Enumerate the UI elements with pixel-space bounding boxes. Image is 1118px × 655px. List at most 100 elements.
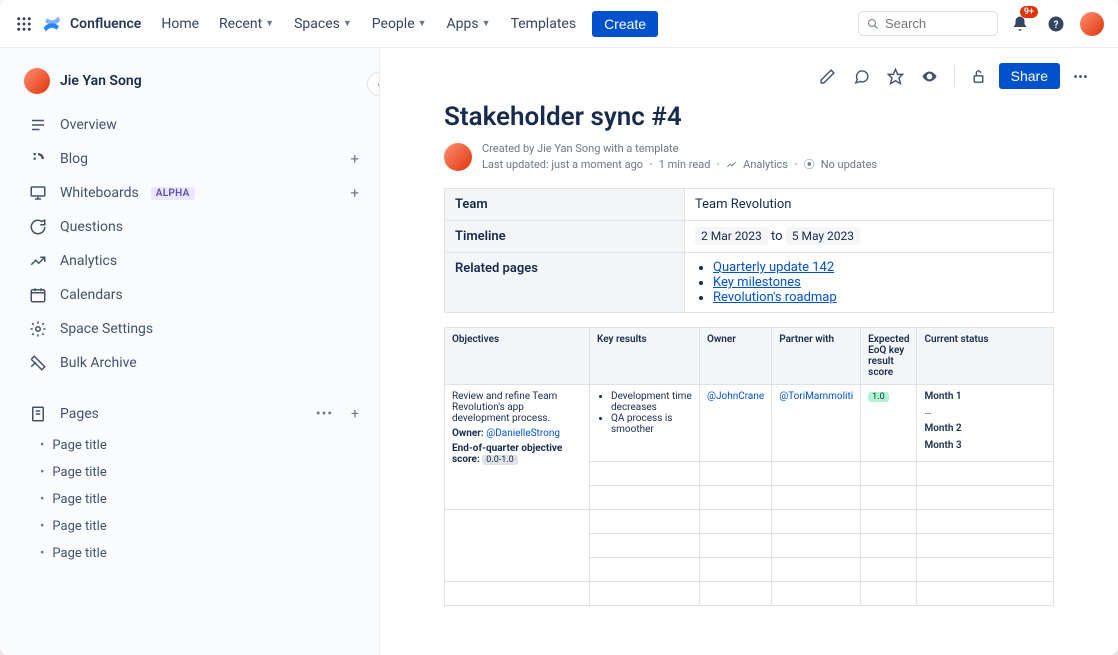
chevron-down-icon: ▼ <box>265 18 274 29</box>
topbar: Confluence Home Recent▼ Spaces▼ People▼ … <box>0 0 1118 48</box>
nav-recent[interactable]: Recent▼ <box>211 12 282 36</box>
confluence-logo-icon[interactable] <box>40 12 64 36</box>
gear-icon <box>28 319 48 339</box>
analytics-link[interactable]: Analytics <box>743 158 788 171</box>
expected-score-chip: 1.0 <box>868 392 889 402</box>
whiteboards-icon <box>28 183 48 203</box>
notifications-button[interactable]: 9+ <box>1006 10 1034 38</box>
page-byline: Created by Jie Yan Song with a template … <box>444 142 1054 172</box>
date-to: 5 May 2023 <box>786 227 860 245</box>
okr-h-keyresults: Key results <box>590 328 700 385</box>
info-timeline-label: Timeline <box>445 221 685 253</box>
page-tree-item[interactable]: •Page title <box>16 486 371 513</box>
page-tree-item[interactable]: •Page title <box>16 540 371 567</box>
sidebar-settings[interactable]: Space Settings <box>16 312 371 346</box>
analytics-icon <box>28 251 48 271</box>
owner-mention[interactable]: @DanielleStrong <box>486 428 560 439</box>
last-updated-text: Last updated: just a moment ago <box>482 158 643 171</box>
analytics-icon <box>726 159 737 170</box>
pages-icon <box>28 404 48 424</box>
page-tree-item[interactable]: •Page title <box>16 513 371 540</box>
comment-button[interactable] <box>848 62 876 90</box>
sidebar-bulk-archive[interactable]: Bulk Archive <box>16 346 371 380</box>
okr-h-partner: Partner with <box>772 328 861 385</box>
chevron-down-icon: ▼ <box>418 18 427 29</box>
brand-name[interactable]: Confluence <box>70 16 141 32</box>
no-updates-text: No updates <box>821 158 877 171</box>
sidebar: ‹ Jie Yan Song Overview Blog + Whiteboar… <box>0 48 380 655</box>
sidebar-blog[interactable]: Blog + <box>16 142 371 176</box>
overview-icon <box>28 115 48 135</box>
space-avatar <box>24 68 50 94</box>
notifications-badge: 9+ <box>1020 6 1038 18</box>
sidebar-overview[interactable]: Overview <box>16 108 371 142</box>
main-content: Share Stakeholder sync #4 Created by Jie… <box>380 48 1118 655</box>
author-avatar[interactable] <box>444 143 472 171</box>
nav-people[interactable]: People▼ <box>364 12 435 36</box>
edit-button[interactable] <box>814 62 842 90</box>
archive-icon <box>28 353 48 373</box>
okr-table: Objectives Key results Owner Partner wit… <box>444 327 1054 606</box>
add-whiteboard-icon[interactable]: + <box>350 184 359 202</box>
nav-spaces[interactable]: Spaces▼ <box>286 12 360 36</box>
kr-owner-mention[interactable]: @JohnCrane <box>707 391 764 402</box>
page-tree-item[interactable]: •Page title <box>16 459 371 486</box>
presence-icon: ⦿ <box>804 156 815 172</box>
eoq-score-chip: 0.0-1.0 <box>482 455 517 465</box>
okr-row <box>445 510 1054 534</box>
related-link[interactable]: Revolution's roadmap <box>713 290 837 305</box>
info-team-label: Team <box>445 189 685 221</box>
profile-avatar[interactable] <box>1078 10 1106 38</box>
more-actions-button[interactable] <box>1066 62 1094 90</box>
page-tree-item[interactable]: •Page title <box>16 432 371 459</box>
share-button[interactable]: Share <box>999 63 1060 89</box>
search-input[interactable] <box>885 16 989 31</box>
created-by-text: Created by Jie Yan Song with a template <box>482 142 877 155</box>
nav-apps[interactable]: Apps▼ <box>439 12 499 36</box>
questions-icon <box>28 217 48 237</box>
sidebar-calendars[interactable]: Calendars <box>16 278 371 312</box>
related-link[interactable]: Quarterly update 142 <box>713 260 834 275</box>
okr-h-objectives: Objectives <box>445 328 590 385</box>
okr-h-status: Current status <box>917 328 1054 385</box>
calendar-icon <box>28 285 48 305</box>
chevron-down-icon: ▼ <box>343 18 352 29</box>
read-time-text: 1 min read <box>659 158 711 171</box>
pages-more-icon[interactable]: ••• <box>316 406 333 422</box>
info-team-value: Team Revolution <box>685 189 1054 221</box>
space-name: Jie Yan Song <box>60 73 142 89</box>
page-info-table: Team Team Revolution Timeline 2 Mar 2023… <box>444 188 1054 313</box>
chevron-down-icon: ▼ <box>482 18 491 29</box>
sidebar-pages-header[interactable]: Pages ••• + <box>16 396 371 432</box>
info-related-label: Related pages <box>445 253 685 313</box>
sidebar-analytics[interactable]: Analytics <box>16 244 371 278</box>
okr-h-expected: Expected EoQ key result score <box>861 328 917 385</box>
app-switcher-icon[interactable] <box>12 12 36 36</box>
related-link[interactable]: Key milestones <box>713 275 801 290</box>
watch-button[interactable] <box>916 62 944 90</box>
sidebar-whiteboards[interactable]: Whiteboards ALPHA + <box>16 176 371 210</box>
star-button[interactable] <box>882 62 910 90</box>
svg-text:?: ? <box>1054 19 1059 30</box>
page-title: Stakeholder sync #4 <box>444 102 1054 132</box>
info-timeline-value: 2 Mar 2023 to 5 May 2023 <box>685 221 1054 253</box>
nav-templates[interactable]: Templates <box>503 12 585 36</box>
date-from: 2 Mar 2023 <box>695 227 768 245</box>
blog-icon <box>28 149 48 169</box>
search-icon <box>867 17 879 31</box>
kr-partner-mention[interactable]: @ToriMammoliti <box>779 391 853 402</box>
info-related-links: Quarterly update 142 Key milestones Revo… <box>685 253 1054 313</box>
page-actions: Share <box>380 48 1118 90</box>
okr-h-owner: Owner <box>700 328 772 385</box>
sidebar-questions[interactable]: Questions <box>16 210 371 244</box>
help-button[interactable]: ? <box>1042 10 1070 38</box>
add-blog-icon[interactable]: + <box>350 150 359 168</box>
search-box[interactable] <box>858 11 998 36</box>
nav-home[interactable]: Home <box>153 12 207 36</box>
add-page-icon[interactable]: + <box>351 406 359 422</box>
alpha-badge: ALPHA <box>151 187 195 200</box>
restrictions-button[interactable] <box>965 62 993 90</box>
create-button[interactable]: Create <box>592 11 658 37</box>
space-header[interactable]: Jie Yan Song <box>16 64 371 108</box>
okr-row <box>445 582 1054 606</box>
